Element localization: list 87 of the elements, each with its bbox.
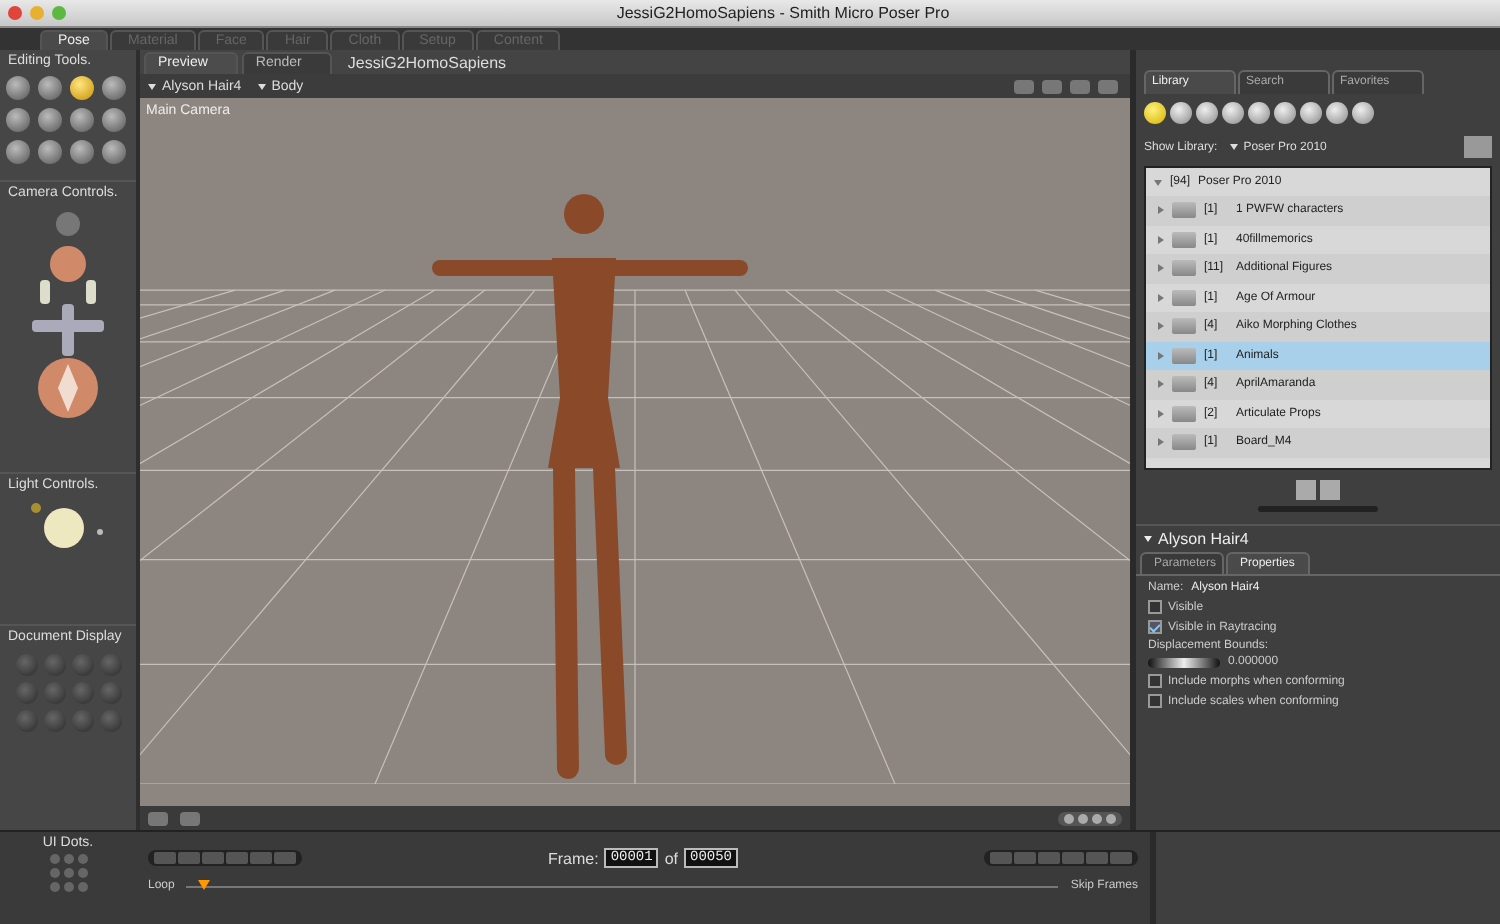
collapsed-triangle-icon[interactable] — [1158, 206, 1164, 215]
tool-icon[interactable] — [102, 108, 126, 132]
category-icon[interactable] — [1248, 102, 1270, 124]
tool-icon[interactable] — [70, 108, 94, 132]
tool-icon[interactable] — [6, 140, 30, 164]
collapsed-triangle-icon[interactable] — [1158, 380, 1164, 389]
collapsed-triangle-icon[interactable] — [1158, 322, 1164, 331]
display-style-icon[interactable] — [71, 682, 93, 704]
folder-icon — [1172, 260, 1196, 277]
ui-dot-icon[interactable] — [77, 854, 87, 864]
layout-dot-icon[interactable] — [1078, 813, 1088, 823]
folder-icon — [1172, 405, 1196, 422]
checkbox[interactable] — [1148, 600, 1162, 614]
display-style-icon[interactable] — [43, 654, 65, 676]
value-dial[interactable] — [1148, 657, 1220, 667]
collapsed-triangle-icon[interactable] — [1158, 438, 1164, 447]
zoom-button[interactable] — [52, 6, 66, 20]
tool-icon[interactable] — [38, 108, 62, 132]
ui-dot-icon[interactable] — [77, 868, 87, 878]
ui-dot-icon[interactable] — [63, 868, 73, 878]
dropdown-triangle-icon[interactable] — [257, 83, 266, 89]
category-icon[interactable] — [1222, 102, 1244, 124]
keyframe-button[interactable] — [1037, 852, 1060, 864]
keyframe-button[interactable] — [1013, 852, 1036, 864]
tool-icon[interactable] — [102, 76, 126, 100]
collapsed-triangle-icon[interactable] — [1158, 351, 1164, 360]
display-style-icon[interactable] — [15, 710, 37, 732]
display-style-icon[interactable] — [99, 654, 121, 676]
folder-icon — [1172, 289, 1196, 306]
category-icon[interactable] — [1196, 102, 1218, 124]
folder-icon — [1172, 318, 1196, 335]
display-style-icon[interactable] — [43, 710, 65, 732]
collapsed-triangle-icon[interactable] — [1158, 264, 1164, 273]
category-icon[interactable] — [1274, 102, 1296, 124]
of-label: of — [664, 849, 678, 867]
keyframe-button[interactable] — [1109, 852, 1132, 864]
keyframe-button[interactable] — [1085, 852, 1108, 864]
tool-icon[interactable] — [6, 76, 30, 100]
layout-dot-icon[interactable] — [1106, 813, 1116, 823]
layout-dot-icon[interactable] — [1064, 813, 1074, 823]
tool-icon[interactable] — [6, 108, 30, 132]
collapsed-triangle-icon[interactable] — [1158, 293, 1164, 302]
panel-title: Alyson Hair4 — [1158, 530, 1249, 548]
dropdown-triangle-icon[interactable] — [148, 83, 156, 89]
timeline-thumb[interactable] — [198, 879, 211, 889]
display-style-icon[interactable] — [15, 682, 37, 704]
checkbox[interactable] — [1148, 620, 1162, 634]
display-style-icon[interactable] — [99, 710, 121, 732]
display-style-icon[interactable] — [71, 710, 93, 732]
folder-icon — [1172, 347, 1196, 364]
tool-icon[interactable] — [38, 140, 62, 164]
display-style-icon[interactable] — [15, 654, 37, 676]
document-title: JessiG2HomoSapiens — [345, 52, 507, 74]
close-button[interactable] — [8, 6, 22, 20]
ui-dot-icon[interactable] — [63, 882, 73, 892]
frame-label: Frame: — [547, 849, 599, 867]
keyframe-button[interactable] — [1061, 852, 1084, 864]
display-style-icon[interactable] — [99, 682, 121, 704]
ui-dot-icon[interactable] — [49, 854, 59, 864]
category-icon[interactable] — [1326, 102, 1348, 124]
layout-dot-icon[interactable] — [1092, 813, 1102, 823]
ui-dot-icon[interactable] — [49, 868, 59, 878]
display-style-icon[interactable] — [71, 654, 93, 676]
checkbox[interactable] — [1148, 674, 1162, 688]
folder-icon — [1172, 376, 1196, 393]
collapsed-triangle-icon[interactable] — [1158, 235, 1164, 244]
ui-dot-icon[interactable] — [49, 882, 59, 892]
category-icon[interactable] — [1144, 102, 1166, 124]
keyframe-button[interactable] — [989, 852, 1012, 864]
tool-icon[interactable] — [38, 76, 62, 100]
folder-icon — [1172, 231, 1196, 248]
dropdown-triangle-icon[interactable] — [1229, 144, 1238, 150]
category-icon[interactable] — [1352, 102, 1374, 124]
tool-icon[interactable] — [70, 76, 94, 100]
collapsed-triangle-icon[interactable] — [1158, 409, 1164, 418]
checkbox[interactable] — [1148, 694, 1162, 708]
ui-dot-icon[interactable] — [63, 854, 73, 864]
minimize-button[interactable] — [30, 6, 44, 20]
category-icon[interactable] — [1170, 102, 1192, 124]
tool-icon[interactable] — [102, 140, 126, 164]
display-style-icon[interactable] — [43, 682, 65, 704]
ui-dot-icon[interactable] — [77, 882, 87, 892]
window-title: JessiG2HomoSapiens - Smith Micro Poser Pro — [614, 4, 952, 22]
category-icon[interactable] — [1300, 102, 1322, 124]
folder-icon — [1172, 434, 1196, 451]
tool-icon[interactable] — [70, 140, 94, 164]
folder-icon — [1172, 202, 1196, 219]
